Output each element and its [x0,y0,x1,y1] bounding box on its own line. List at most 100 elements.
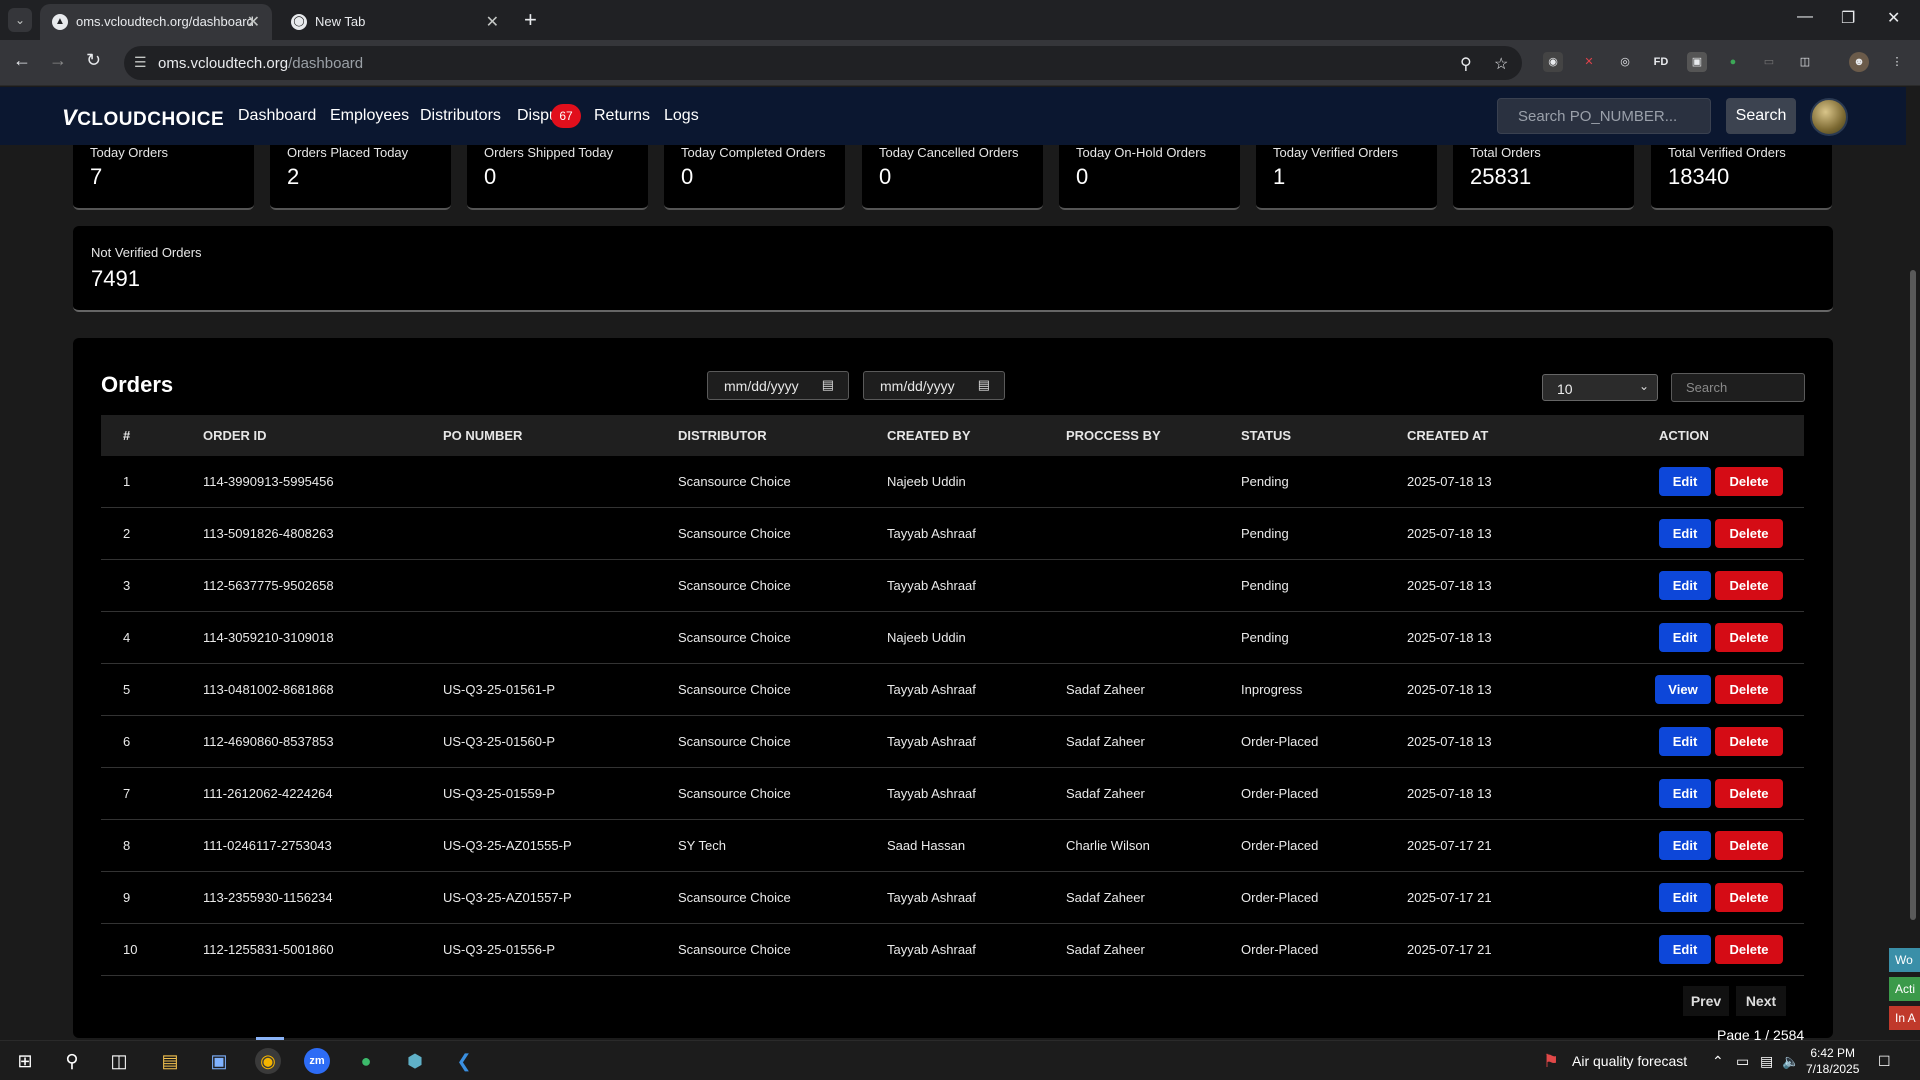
task-view-icon[interactable]: ◫ [106,1048,132,1074]
file-explorer-icon[interactable]: ▤ [157,1048,183,1074]
edit-button[interactable]: Edit [1659,727,1711,756]
app-navbar: VCLOUDCHOICE Dashboard Employees Distrib… [0,87,1920,145]
nav-employees[interactable]: Employees [330,107,409,125]
edit-button[interactable]: Edit [1659,467,1711,496]
side-widget-active[interactable]: Acti [1889,977,1920,1001]
extensions-puzzle-icon[interactable]: ◫ [1795,52,1815,72]
weather-text[interactable]: Air quality forecast [1572,1053,1687,1069]
zoom-app-icon[interactable]: zm [304,1048,330,1074]
delete-button[interactable]: Delete [1715,935,1783,964]
table-search-input[interactable] [1671,373,1805,402]
notifications-icon[interactable]: ☐ [1878,1053,1891,1070]
extension-cast-icon[interactable]: ▭ [1759,52,1779,72]
delete-button[interactable]: Delete [1715,831,1783,860]
side-widget-in[interactable]: In A [1889,1006,1920,1030]
restore-icon[interactable]: ❐ [1841,8,1855,28]
stat-label: Today Orders [90,145,169,160]
delete-button[interactable]: Delete [1715,675,1783,704]
extension-fd-icon[interactable]: FD [1651,52,1671,72]
edit-button[interactable]: Edit [1659,935,1711,964]
nav-logs[interactable]: Logs [664,107,699,125]
delete-button[interactable]: Delete [1715,727,1783,756]
nav-returns[interactable]: Returns [594,107,650,125]
search-button[interactable]: Search [1726,98,1796,134]
cloudchoice-logo[interactable]: VCLOUDCHOICE [62,105,224,131]
po-number-search-input[interactable] [1497,98,1711,134]
delete-button[interactable]: Delete [1715,883,1783,912]
calendar-icon[interactable]: ▤ [978,377,990,393]
bookmark-star-icon[interactable]: ☆ [1494,54,1508,74]
site-info-icon[interactable]: ☰ [134,54,147,71]
edit-button[interactable]: Edit [1659,831,1711,860]
app-hex-icon[interactable]: ⬢ [402,1048,428,1074]
user-avatar[interactable] [1810,98,1848,136]
side-widget-work[interactable]: Wo [1889,948,1920,972]
edit-button[interactable]: Edit [1659,571,1711,600]
back-arrow-icon[interactable]: ← [13,50,31,71]
delete-button[interactable]: Delete [1715,571,1783,600]
profile-avatar-icon[interactable]: ☻ [1849,52,1869,72]
zoom-icon[interactable]: ⚲ [1460,54,1472,74]
delete-button[interactable]: Delete [1715,779,1783,808]
windows-start-icon[interactable]: ⊞ [12,1048,38,1074]
battery-icon[interactable]: ▭ [1736,1053,1749,1070]
cell-distributor: Scansource Choice [678,942,791,957]
delete-button[interactable]: Delete [1715,467,1783,496]
store-icon[interactable]: ▣ [206,1048,232,1074]
tab-dashboard[interactable]: ▲ oms.vcloudtech.org/dashboard ✕ [40,4,272,40]
cell-created-by: Najeeb Uddin [887,474,966,489]
tab-search-chevron-icon[interactable]: ⌄ [8,8,32,32]
extension-glasses-icon[interactable]: ◉ [1543,52,1563,72]
volume-icon[interactable]: 🔈 [1782,1053,1799,1070]
new-tab-plus-icon[interactable]: + [524,7,537,33]
next-page-button[interactable]: Next [1736,986,1786,1016]
browser-menu-icon[interactable]: ⋮ [1887,52,1907,72]
date-to-input[interactable]: mm/dd/yyyy ▤ [863,371,1005,400]
network-icon[interactable]: ▤ [1760,1053,1773,1070]
nav-dashboard[interactable]: Dashboard [238,107,316,125]
stat-value: 2 [287,164,300,189]
system-clock[interactable]: 6:42 PM 7/18/2025 [1806,1045,1859,1077]
calendar-icon[interactable]: ▤ [822,377,834,393]
minimize-icon[interactable]: — [1797,8,1813,26]
delete-button[interactable]: Delete [1715,519,1783,548]
tray-chevron-icon[interactable]: ⌃ [1712,1053,1724,1070]
extension-image-icon[interactable]: ▣ [1687,52,1707,72]
delete-button[interactable]: Delete [1715,623,1783,652]
stat-label: Today Verified Orders [1273,145,1399,160]
edit-button[interactable]: Edit [1659,779,1711,808]
disputes-count-badge: 67 [551,104,581,128]
forward-arrow-icon[interactable]: → [49,50,67,71]
scrollbar-thumb[interactable] [1910,270,1916,920]
tab-new-tab[interactable]: ◯ New Tab ✕ [279,4,511,40]
stat-value: 18340 [1668,164,1730,189]
view-button[interactable]: View [1655,675,1711,704]
stat-label: Today Cancelled Orders [879,145,1019,160]
cell-distributor: Scansource Choice [678,474,791,489]
cell-distributor: Scansource Choice [678,786,791,801]
prev-page-button[interactable]: Prev [1683,986,1729,1016]
url-text[interactable]: oms.vcloudtech.org/dashboard [158,55,363,72]
vscode-icon[interactable]: ❮ [451,1048,477,1074]
chrome-icon[interactable]: ◉ [255,1048,281,1074]
cell-order-id: 113-0481002-8681868 [203,682,334,697]
extension-globe-icon[interactable]: ◎ [1615,52,1635,72]
edit-button[interactable]: Edit [1659,623,1711,652]
date-from-input[interactable]: mm/dd/yyyy ▤ [707,371,849,400]
edit-button[interactable]: Edit [1659,883,1711,912]
close-window-icon[interactable]: ✕ [1887,8,1900,28]
mongodb-compass-icon[interactable]: ● [353,1048,379,1074]
per-page-select[interactable]: 10 ⌄ [1542,374,1658,401]
cell-status: Pending [1241,578,1289,593]
close-tab-icon[interactable]: ✕ [486,12,499,32]
edit-button[interactable]: Edit [1659,519,1711,548]
extension-x-icon[interactable]: ✕ [1579,52,1599,72]
table-row: 8 111-0246117-2753043 US-Q3-25-AZ01555-P SY… [101,820,1804,872]
close-tab-icon[interactable]: ✕ [247,12,260,32]
search-icon[interactable]: ⚲ [59,1048,85,1074]
reload-icon[interactable]: ↻ [86,50,101,71]
stat-card-today-orders: Today Orders 7 [73,145,254,210]
extension-green-icon[interactable]: ● [1723,52,1743,72]
address-bar[interactable]: ☰ oms.vcloudtech.org/dashboard ⚲ ☆ [124,46,1522,80]
nav-distributors[interactable]: Distributors [420,107,501,125]
